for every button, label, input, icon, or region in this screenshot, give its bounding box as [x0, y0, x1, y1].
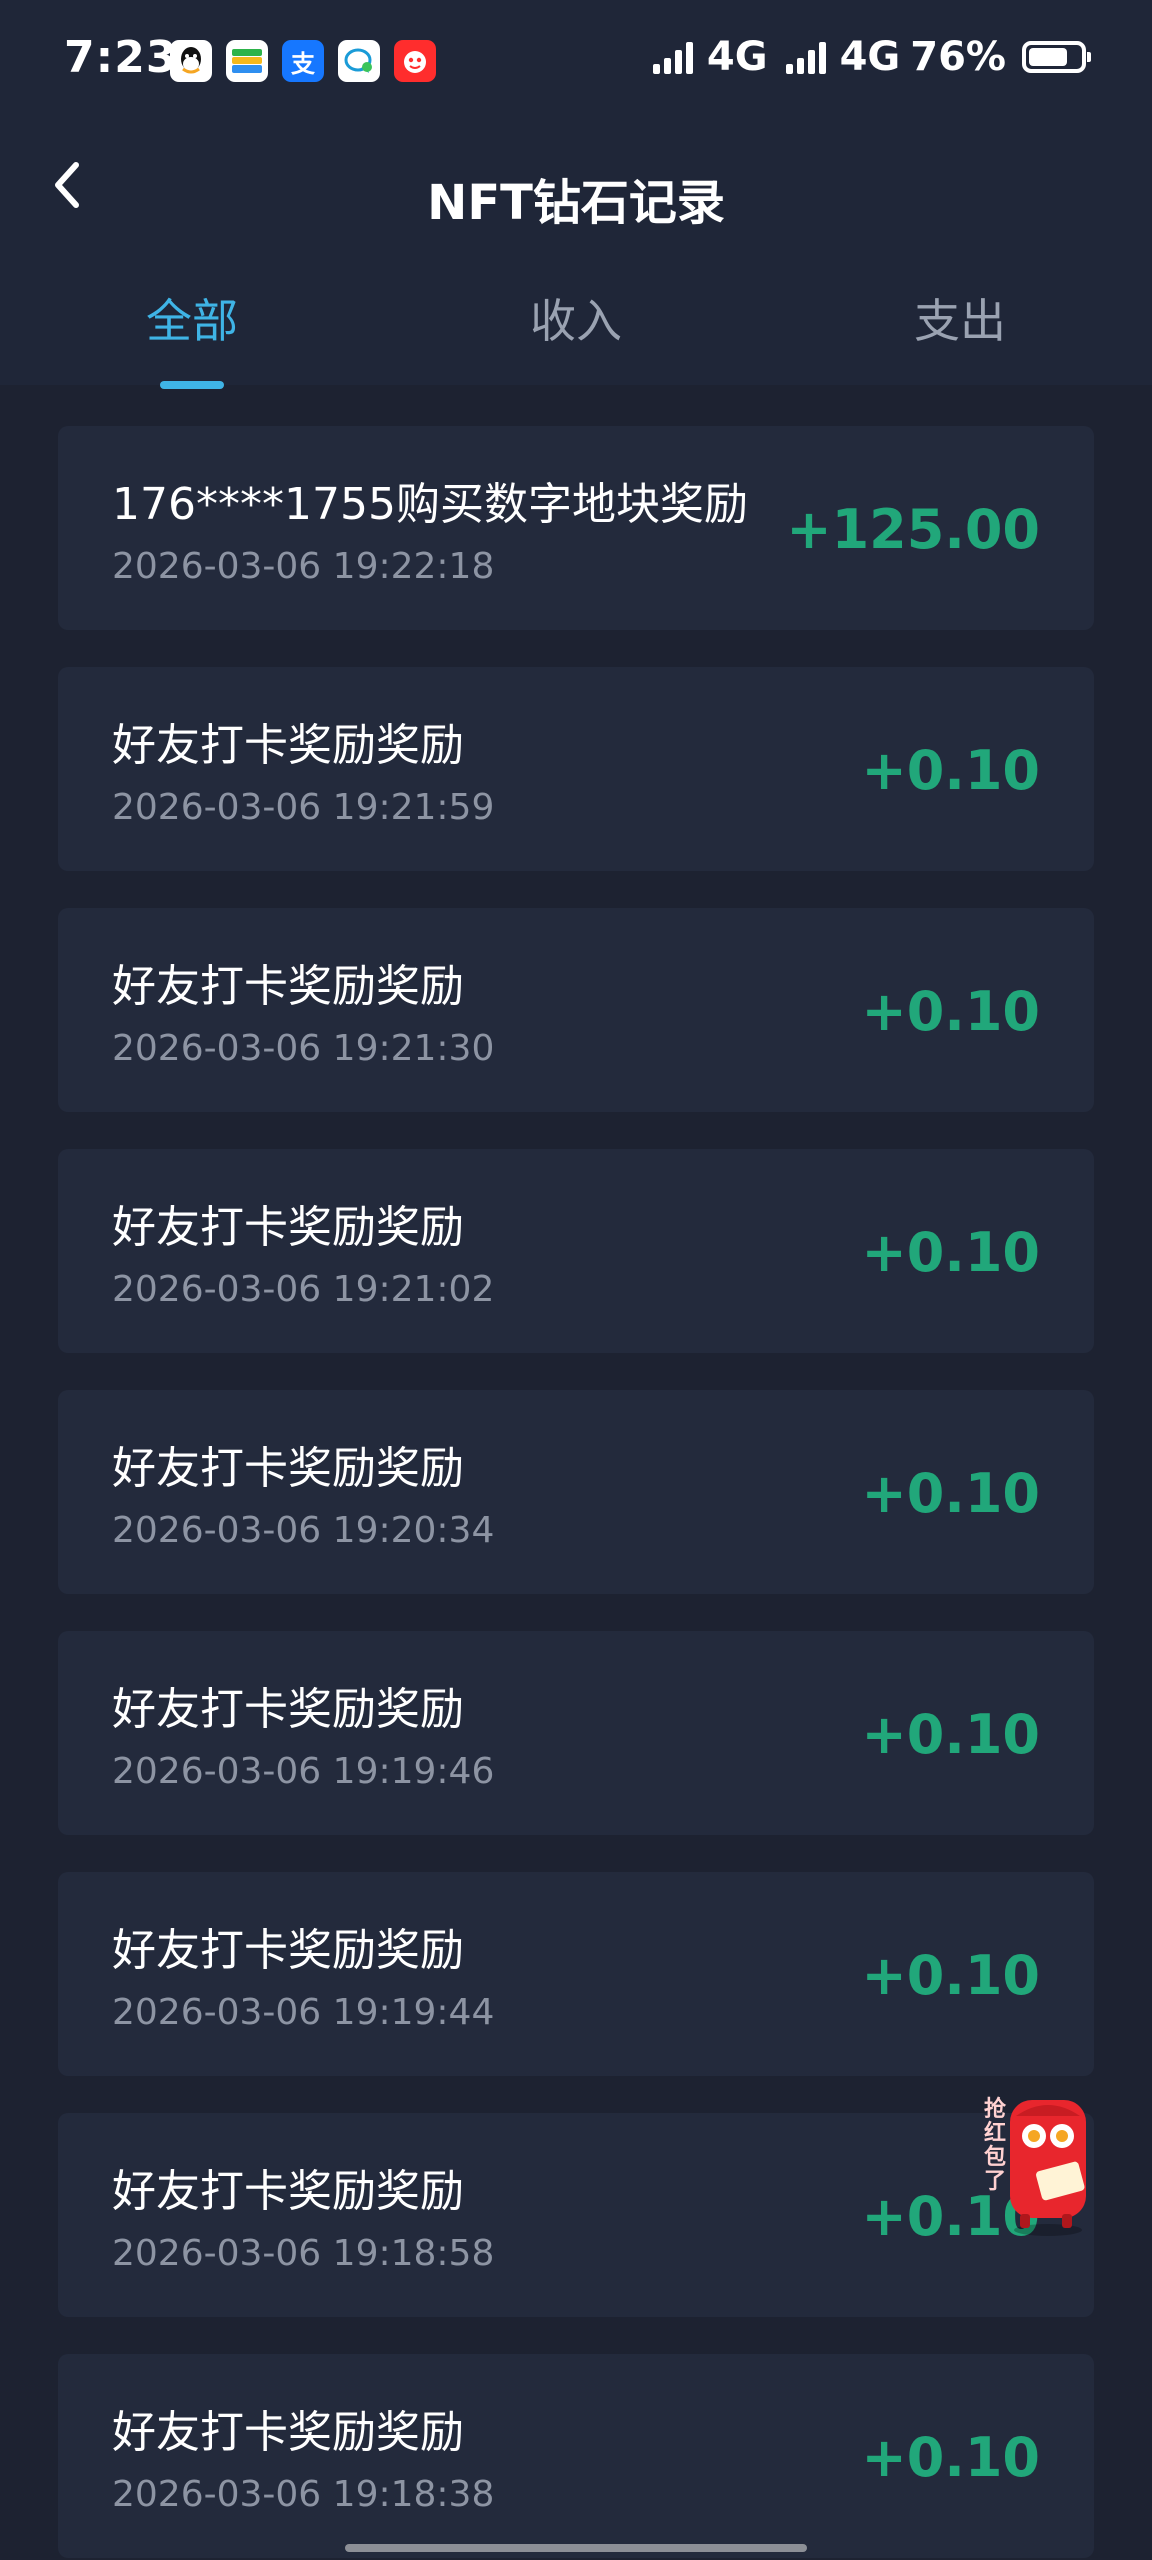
active-tab-indicator — [160, 381, 224, 389]
record-title: 好友打卡奖励奖励 — [112, 1202, 464, 1253]
network-type-1: 4G — [706, 34, 768, 80]
record-item[interactable]: 好友打卡奖励奖励 2026-03-06 19:20:34 +0.10 — [58, 1390, 1094, 1594]
record-amount: +0.10 — [861, 1944, 1040, 2007]
record-time: 2026-03-06 19:18:58 — [112, 2233, 495, 2274]
network-type-2: 4G — [839, 34, 901, 80]
record-item[interactable]: 好友打卡奖励奖励 2026-03-06 19:19:46 +0.10 — [58, 1631, 1094, 1835]
record-title: 好友打卡奖励奖励 — [112, 2166, 464, 2217]
battery-icon — [1022, 41, 1091, 73]
record-title: 176****1755购买数字地块奖励 — [112, 479, 748, 530]
record-item[interactable]: 好友打卡奖励奖励 2026-03-06 19:18:38 +0.10 — [58, 2354, 1094, 2558]
record-amount: +0.10 — [861, 1462, 1040, 1525]
page-title: NFT钻石记录 — [427, 175, 725, 231]
notification-icons: 支 — [170, 40, 436, 82]
wallet-icon — [226, 40, 268, 82]
tab-all[interactable]: 全部 — [92, 285, 292, 351]
record-item[interactable]: 好友打卡奖励奖励 2026-03-06 19:21:30 +0.10 — [58, 908, 1094, 1112]
signal-icon-2 — [785, 40, 826, 74]
record-time: 2026-03-06 19:21:02 — [112, 1269, 495, 1310]
record-title: 好友打卡奖励奖励 — [112, 961, 464, 1012]
record-time: 2026-03-06 19:18:38 — [112, 2474, 495, 2515]
record-list: 176****1755购买数字地块奖励 2026-03-06 19:22:18 … — [58, 426, 1094, 2560]
battery-percent: 76% — [910, 34, 1006, 80]
record-amount: +0.10 — [861, 980, 1040, 1043]
red-app-icon — [394, 40, 436, 82]
message-icon — [338, 40, 380, 82]
record-amount: +0.10 — [861, 1703, 1040, 1766]
record-item[interactable]: 好友打卡奖励奖励 2026-03-06 19:19:44 +0.10 — [58, 1872, 1094, 2076]
status-time: 7:23 — [64, 32, 178, 83]
record-time: 2026-03-06 19:22:18 — [112, 546, 495, 587]
record-time: 2026-03-06 19:21:30 — [112, 1028, 495, 1069]
tab-income[interactable]: 收入 — [476, 285, 676, 351]
red-envelope-text: 抢红包了 — [984, 2097, 1007, 2194]
record-title: 好友打卡奖励奖励 — [112, 1925, 464, 1976]
status-indicators: 4G 4G 76% — [652, 34, 1091, 80]
record-item[interactable]: 176****1755购买数字地块奖励 2026-03-06 19:22:18 … — [58, 426, 1094, 630]
record-amount: +0.10 — [861, 2426, 1040, 2489]
page: 7:23 支 4G 4G 76% NFT钻石记录 全部 收入 支出 176***… — [0, 0, 1152, 2560]
tab-bar: 全部 收入 支出 — [0, 285, 1152, 389]
record-amount: +0.10 — [861, 739, 1040, 802]
record-amount: +0.10 — [861, 1221, 1040, 1284]
record-time: 2026-03-06 19:20:34 — [112, 1510, 495, 1551]
signal-icon — [652, 40, 693, 74]
home-indicator — [345, 2544, 807, 2552]
record-time: 2026-03-06 19:21:59 — [112, 787, 495, 828]
record-time: 2026-03-06 19:19:44 — [112, 1992, 495, 2033]
record-title: 好友打卡奖励奖励 — [112, 720, 464, 771]
record-item[interactable]: 好友打卡奖励奖励 2026-03-06 19:21:59 +0.10 — [58, 667, 1094, 871]
status-bar: 7:23 支 4G 4G 76% — [0, 0, 1152, 125]
alipay-icon: 支 — [282, 40, 324, 82]
record-time: 2026-03-06 19:19:46 — [112, 1751, 495, 1792]
tab-expense[interactable]: 支出 — [860, 285, 1060, 351]
record-amount: +125.00 — [786, 498, 1040, 561]
record-title: 好友打卡奖励奖励 — [112, 1684, 464, 1735]
record-item[interactable]: 好友打卡奖励奖励 2026-03-06 19:18:58 +0.10 — [58, 2113, 1094, 2317]
record-title: 好友打卡奖励奖励 — [112, 2407, 464, 2458]
qq-icon — [170, 40, 212, 82]
record-item[interactable]: 好友打卡奖励奖励 2026-03-06 19:21:02 +0.10 — [58, 1149, 1094, 1353]
record-title: 好友打卡奖励奖励 — [112, 1443, 464, 1494]
app-header: NFT钻石记录 全部 收入 支出 — [0, 125, 1152, 389]
